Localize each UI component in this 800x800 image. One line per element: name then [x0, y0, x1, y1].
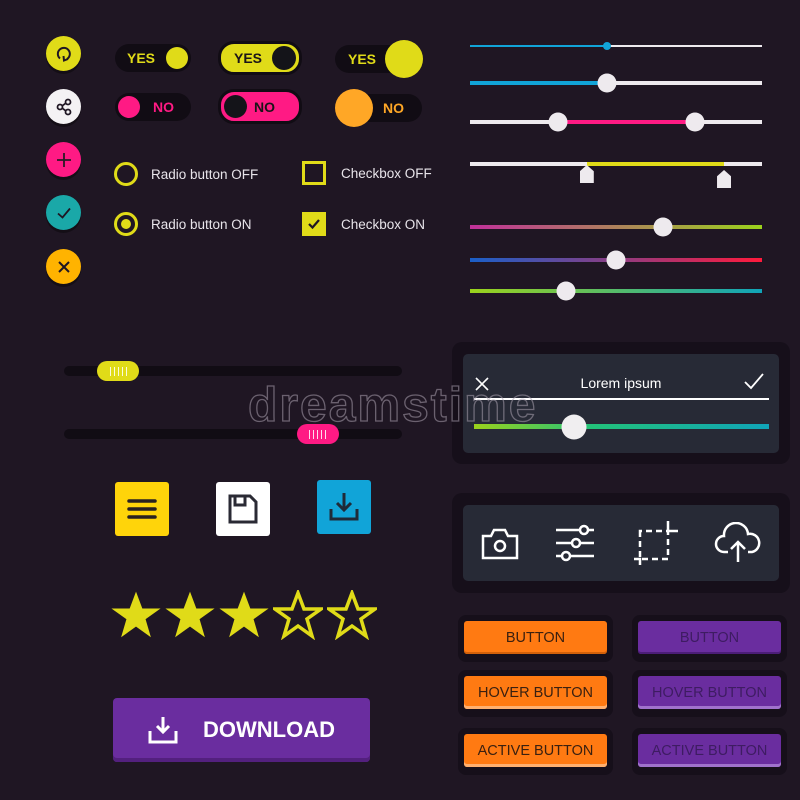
download-icon-button[interactable]: [317, 480, 371, 534]
star-icon[interactable]: [165, 590, 215, 640]
toggle-no-filled[interactable]: NO: [218, 89, 302, 124]
gradient-slider-3[interactable]: [470, 281, 762, 301]
plus-icon: [56, 152, 71, 167]
star-icon[interactable]: [273, 590, 323, 640]
download-icon: [329, 493, 359, 521]
toggle-yes-filled[interactable]: YES: [218, 41, 302, 75]
sliders-icon[interactable]: [554, 522, 598, 564]
orange-hover-button[interactable]: HOVER BUTTON: [464, 676, 607, 709]
share-icon: [56, 98, 71, 115]
checkmark-icon: [308, 219, 320, 230]
save-icon: [228, 494, 258, 524]
checkbox-label: Checkbox OFF: [341, 165, 432, 181]
slider-thin-blue[interactable]: [470, 42, 762, 50]
toggle-label: NO: [153, 99, 174, 115]
slider-thumb[interactable]: [606, 250, 626, 270]
crop-icon[interactable]: [632, 519, 680, 567]
slider-thumb[interactable]: [653, 217, 673, 237]
toggle-yes-outline[interactable]: YES: [115, 44, 191, 72]
radio-label: Radio button ON: [151, 216, 252, 232]
checkbox-box: [302, 212, 326, 236]
range-handle-high[interactable]: [717, 170, 732, 188]
toggle-label: NO: [383, 100, 404, 116]
radio-circle: [114, 212, 138, 236]
dark-slider-pink[interactable]: [64, 424, 402, 444]
download-icon: [148, 717, 178, 744]
slider-grip[interactable]: [97, 361, 140, 381]
range-thumb-low[interactable]: [548, 112, 568, 132]
dialog-divider: [474, 398, 769, 400]
star-icon[interactable]: [327, 590, 377, 640]
range-fill: [586, 162, 725, 166]
dialog-slider[interactable]: [474, 414, 769, 439]
check-icon: [56, 207, 71, 219]
cloud-upload-icon[interactable]: [714, 522, 762, 564]
purple-hover-button[interactable]: HOVER BUTTON: [638, 676, 781, 709]
toggle-knob: [272, 46, 296, 70]
checkbox-on[interactable]: Checkbox ON: [302, 212, 425, 236]
menu-icon: [127, 499, 157, 519]
slider-blue[interactable]: [470, 73, 762, 93]
camera-icon[interactable]: [480, 524, 520, 562]
slider-fill: [470, 45, 608, 47]
refresh-icon: [56, 46, 71, 62]
menu-button[interactable]: [115, 482, 169, 536]
dark-slider-yellow[interactable]: [64, 361, 402, 381]
download-button[interactable]: DOWNLOAD: [113, 698, 370, 762]
download-label: DOWNLOAD: [203, 717, 335, 742]
slider-thumb[interactable]: [597, 73, 617, 93]
toggle-label: YES: [348, 51, 377, 67]
close-icon: [57, 260, 70, 273]
star-icon[interactable]: [219, 590, 269, 640]
slider-thumb[interactable]: [561, 414, 587, 439]
toggle-knob: [335, 89, 373, 127]
dialog-title: Lorem ipsum: [580, 375, 662, 391]
gradient-slider-2[interactable]: [470, 250, 762, 270]
slider-grip[interactable]: [296, 424, 339, 444]
toggle-no-big-knob[interactable]: NO: [335, 89, 422, 127]
checkbox-off[interactable]: Checkbox OFF: [302, 161, 432, 185]
refresh-button[interactable]: [46, 36, 81, 71]
slider-thumb[interactable]: [556, 281, 576, 301]
radio-label: Radio button OFF: [151, 166, 259, 182]
slider-thumb[interactable]: [603, 42, 612, 50]
orange-active-button[interactable]: ACTIVE BUTTON: [464, 734, 607, 767]
gradient-slider-1[interactable]: [470, 217, 762, 237]
save-button[interactable]: [216, 482, 270, 536]
check-icon[interactable]: [743, 372, 765, 392]
icon-toolbar: [463, 505, 779, 581]
share-button[interactable]: [46, 89, 81, 124]
confirm-button[interactable]: [46, 195, 81, 230]
slider-fill: [470, 81, 608, 85]
toggle-yes-big-knob[interactable]: YES: [335, 40, 423, 78]
radio-off[interactable]: Radio button OFF: [114, 162, 258, 186]
toggle-no-outline[interactable]: NO: [115, 93, 191, 121]
slider-dialog: Lorem ipsum: [463, 354, 779, 453]
range-handle-low[interactable]: [579, 165, 594, 183]
range-slider-yellow[interactable]: [470, 162, 762, 188]
toggle-label: YES: [127, 50, 156, 66]
toggle-knob: [166, 47, 188, 69]
purple-button[interactable]: BUTTON: [638, 621, 781, 654]
radio-circle: [114, 162, 138, 186]
close-button[interactable]: [46, 249, 81, 284]
toggle-label: NO: [254, 98, 275, 115]
toggle-knob: [118, 96, 140, 118]
range-thumb-high[interactable]: [685, 112, 705, 132]
add-button[interactable]: [46, 142, 81, 177]
toggle-knob: [224, 95, 247, 118]
purple-active-button[interactable]: ACTIVE BUTTON: [638, 734, 781, 767]
toggle-label: YES: [234, 50, 263, 66]
checkbox-box: [302, 161, 326, 185]
toggle-knob: [385, 40, 423, 78]
star-icon[interactable]: [111, 590, 161, 640]
radio-on[interactable]: Radio button ON: [114, 212, 252, 236]
checkbox-label: Checkbox ON: [341, 216, 426, 232]
range-slider-pink[interactable]: [470, 112, 762, 132]
range-fill: [557, 120, 695, 124]
orange-button[interactable]: BUTTON: [464, 621, 607, 654]
